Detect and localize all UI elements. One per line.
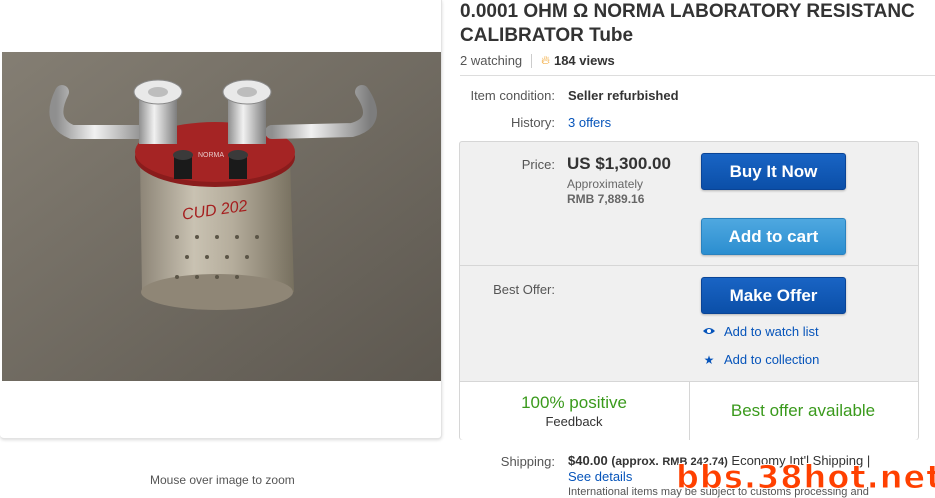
add-to-watch-list-link[interactable]: Add to watch list [701,324,819,339]
make-offer-button[interactable]: Make Offer [701,277,846,314]
best-offer-label: Best Offer: [493,282,555,297]
approx-label: Approximately [567,177,644,191]
approx-value: RMB 7,889.16 [567,192,645,206]
flame-icon: 🔥︎ [541,53,550,67]
best-offer-available: Best offer available [730,401,876,420]
photo-label: NORMA [198,152,224,159]
price-value: US $1,300.00 [567,154,671,173]
condition-value: Seller refurbished [568,88,679,103]
product-photo[interactable]: CUD 202 NORMA [2,52,441,381]
feedback-label: Feedback [545,414,603,429]
title-divider [460,75,935,76]
listing-title-line1: 0.0001 OHM Ω NORMA LABORATORY RESISTANC [460,1,915,22]
add-to-cart-button[interactable]: Add to cart [701,218,846,255]
see-details-link[interactable]: See details [568,469,632,484]
buy-it-now-button[interactable]: Buy It Now [701,153,846,190]
zoom-hint: Mouse over image to zoom [150,473,295,487]
add-to-collection-link[interactable]: ★ Add to collection [701,352,820,367]
views-count: 184 views [553,53,615,68]
watching-count: 2 watching [460,53,523,68]
shipping-approx: (approx. [611,454,659,468]
collection-label: Add to collection [724,352,820,367]
price-label: Price: [521,157,555,172]
listing-title-line2: CALIBRATOR Tube [460,25,634,46]
listing-meta: 2 watching 🔥︎ 184 views [460,53,615,68]
watch-list-label: Add to watch list [724,324,819,339]
eye-icon [701,325,717,339]
history-label: History: [510,115,555,130]
feedback-positive[interactable]: 100% positive [459,393,689,413]
shipping-amount: $40.00 [568,453,608,468]
buy-box-divider [460,265,918,266]
watermark: bbs.38hot.net [676,458,935,497]
product-photo-svg: CUD 202 NORMA [2,52,441,381]
condition-label: Item condition: [470,88,555,103]
star-icon: ★ [703,352,715,367]
shipping-label: Shipping: [500,454,555,469]
listing-title: 0.0001 OHM Ω NORMA LABORATORY RESISTANC … [460,0,935,48]
history-offers-link[interactable]: 3 offers [568,115,611,130]
meta-divider [531,53,533,68]
